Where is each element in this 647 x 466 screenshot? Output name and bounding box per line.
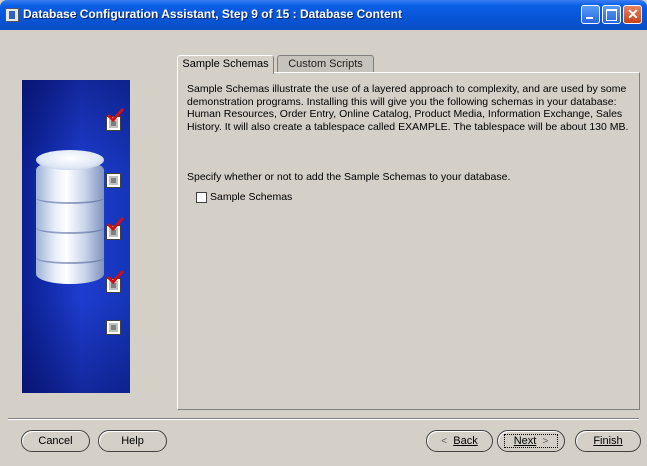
cylinder-top <box>36 150 104 170</box>
focus-ring <box>504 434 558 448</box>
tab-sample-schemas[interactable]: Sample Schemas <box>177 55 274 74</box>
checkmark-icon <box>106 217 124 231</box>
close-button[interactable]: ✕ <box>623 5 642 24</box>
help-button[interactable]: Help <box>98 430 167 452</box>
close-icon: ✕ <box>627 6 639 22</box>
wizard-graphic <box>22 80 130 393</box>
cylinder-ring <box>36 192 104 204</box>
schemas-prompt: Specify whether or not to add the Sample… <box>187 171 511 183</box>
finish-button[interactable]: Finish <box>575 430 641 452</box>
title-bar[interactable]: Database Configuration Assistant, Step 9… <box>0 0 647 30</box>
tab-content-panel: Sample Schemas illustrate the use of a l… <box>177 72 640 410</box>
minimize-button[interactable] <box>581 5 600 24</box>
next-button[interactable]: Next > <box>497 430 565 452</box>
step-box <box>106 173 121 188</box>
sample-schemas-checkbox[interactable] <box>196 192 207 203</box>
step-box <box>106 320 121 335</box>
app-icon <box>5 8 19 22</box>
dbca-window: Database Configuration Assistant, Step 9… <box>0 0 647 466</box>
back-button[interactable]: < Back <box>426 430 493 452</box>
cancel-button[interactable]: Cancel <box>21 430 90 452</box>
schemas-description: Sample Schemas illustrate the use of a l… <box>187 83 629 133</box>
finish-button-label: Finish <box>593 435 623 447</box>
sample-schemas-checkbox-label[interactable]: Sample Schemas <box>210 191 292 203</box>
checkmark-icon <box>106 108 124 122</box>
back-arrow-icon: < <box>441 436 448 447</box>
back-button-label: Back <box>453 435 478 447</box>
cylinder-ring <box>36 252 104 264</box>
maximize-button[interactable] <box>602 5 621 24</box>
tab-custom-scripts[interactable]: Custom Scripts <box>277 55 374 73</box>
footer-separator <box>8 418 639 420</box>
cylinder-ring <box>36 222 104 234</box>
checkmark-icon <box>106 270 124 284</box>
window-title: Database Configuration Assistant, Step 9… <box>23 7 402 21</box>
